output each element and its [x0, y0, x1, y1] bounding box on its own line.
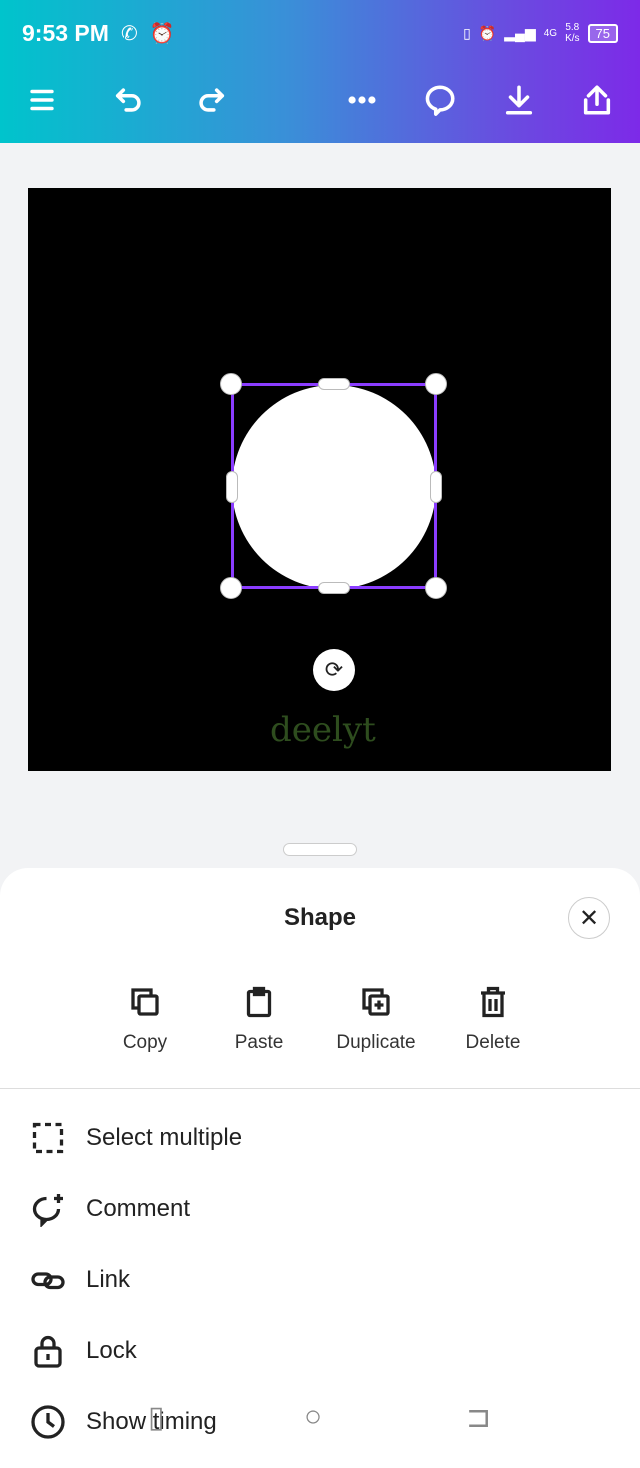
undo-icon[interactable]	[107, 78, 151, 122]
divider	[0, 1088, 640, 1089]
menu-item-comment[interactable]: Comment	[30, 1189, 190, 1229]
menu-icon[interactable]	[20, 78, 64, 122]
lock-icon	[34, 1335, 62, 1368]
resize-handle-bottom[interactable]	[318, 582, 350, 594]
paste-label: Paste	[234, 1032, 284, 1053]
design-canvas[interactable]: ⟳ deelyt	[28, 188, 611, 771]
sheet-title: Shape	[283, 904, 357, 931]
duplicate-icon	[362, 988, 390, 1016]
link-icon	[31, 1272, 65, 1290]
resize-handle-bottom-left[interactable]	[220, 577, 242, 599]
alarm-icon: ⏰	[478, 24, 497, 41]
resize-handle-right[interactable]	[430, 471, 442, 503]
share-icon[interactable]	[575, 78, 619, 122]
menu-label: Lock	[86, 1337, 137, 1364]
dashed-select-icon	[32, 1122, 64, 1154]
nav-recents-button[interactable]: ▯	[148, 1400, 165, 1435]
copy-label: Copy	[122, 1032, 168, 1053]
paste-button[interactable]: Paste	[204, 984, 314, 1054]
battery-indicator: 75	[587, 23, 618, 43]
more-icon[interactable]	[340, 78, 384, 122]
delete-button[interactable]: Delete	[438, 984, 548, 1054]
close-button[interactable]: ✕	[568, 897, 610, 939]
signal-icon: ▂▄▆	[504, 24, 536, 41]
speed-unit: K/s	[565, 33, 580, 44]
comment-add-icon	[32, 1194, 63, 1227]
network-type: 4G	[543, 27, 558, 39]
resize-handle-left[interactable]	[226, 471, 238, 503]
redo-icon[interactable]	[189, 78, 233, 122]
duplicate-label: Duplicate	[336, 1032, 416, 1053]
app-header: 9:53 PM ✆ ⏰ ▯ ⏰ ▂▄▆ 4G 5.8 K/s 75	[0, 0, 640, 143]
duplicate-button[interactable]: Duplicate	[321, 984, 431, 1054]
menu-item-show-timing[interactable]: Show timing	[30, 1402, 217, 1442]
shape-bottom-sheet: Shape ✕ Copy Paste Duplicate Delete Sele…	[0, 868, 640, 1468]
download-icon[interactable]	[497, 78, 541, 122]
nav-home-button[interactable]: ○	[304, 1400, 322, 1434]
menu-item-link[interactable]: Link	[30, 1260, 130, 1300]
delete-label: Delete	[465, 1032, 521, 1053]
vibrate-icon: ▯	[463, 24, 471, 41]
logo-watermark: deelyt	[270, 710, 376, 750]
resize-handle-top[interactable]	[318, 378, 350, 390]
alarm-icon: ⏰	[149, 22, 175, 45]
resize-handle-bottom-right[interactable]	[425, 577, 447, 599]
copy-button[interactable]: Copy	[90, 984, 200, 1054]
resize-handle-top-left[interactable]	[220, 373, 242, 395]
speed-value: 5.8	[565, 22, 580, 33]
sheet-drag-handle[interactable]	[283, 843, 357, 856]
resize-handle-top-right[interactable]	[425, 373, 447, 395]
close-icon: ✕	[578, 904, 600, 932]
nav-back-button[interactable]: ⊐	[466, 1400, 491, 1435]
trash-icon	[481, 986, 505, 1018]
menu-label: Link	[86, 1266, 131, 1293]
menu-label: Select multiple	[86, 1124, 243, 1151]
status-bar: 9:53 PM ✆ ⏰ ▯ ⏰ ▂▄▆ 4G 5.8 K/s 75	[22, 18, 618, 48]
menu-item-select-multiple[interactable]: Select multiple	[30, 1118, 242, 1158]
paste-icon	[246, 986, 272, 1018]
network-speed: 5.8 K/s	[565, 22, 579, 44]
clock-icon	[31, 1405, 65, 1439]
whatsapp-icon: ✆	[120, 22, 138, 45]
status-time: 9:53 PM	[22, 19, 109, 46]
editor-toolbar	[0, 78, 640, 122]
rotate-icon: ⟳	[324, 657, 344, 682]
menu-item-lock[interactable]: Lock	[30, 1331, 137, 1371]
selection-box	[231, 383, 437, 589]
menu-label: Comment	[86, 1195, 191, 1222]
comment-icon[interactable]	[418, 78, 462, 122]
copy-icon	[131, 988, 159, 1016]
rotate-handle[interactable]: ⟳	[313, 649, 355, 691]
